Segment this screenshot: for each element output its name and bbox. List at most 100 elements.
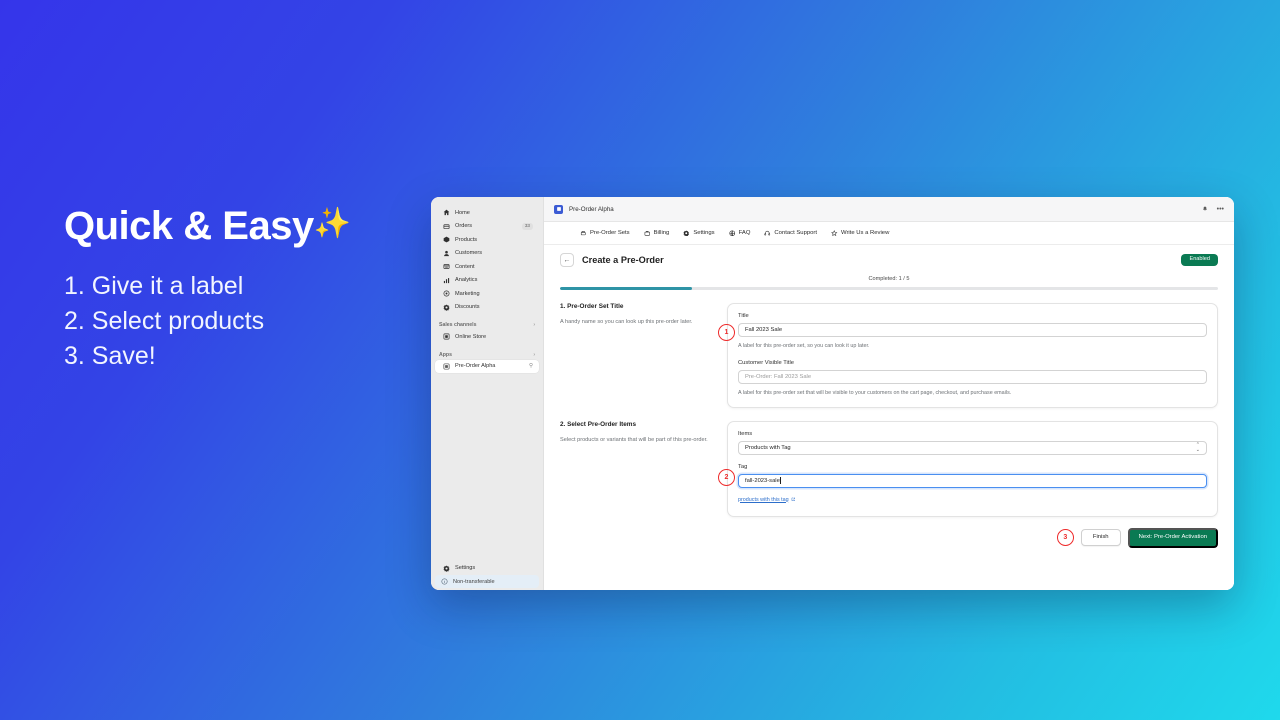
tag-label: Tag (738, 463, 748, 470)
customer-title-help: A label for this pre-order set that will… (738, 389, 1012, 396)
tab-billing[interactable]: Billing (644, 230, 669, 237)
non-transferable-label: Non-transferable (453, 578, 495, 585)
items-select-value: Products with Tag (745, 444, 791, 451)
products-icon (443, 236, 450, 243)
marketing-icon (443, 290, 450, 297)
sidebar-item-label: Customers (455, 250, 483, 257)
sidebar-item-products[interactable]: Products (435, 233, 539, 247)
next-pre-order-activation-button[interactable]: Next: Pre-Order Activation (1127, 527, 1218, 548)
gear-icon (443, 565, 450, 572)
section2-title: 2. Select Pre-Order Items (560, 420, 637, 428)
annotation-marker-2: 2 (718, 468, 735, 486)
sidebar-item-customers[interactable]: Customers (435, 247, 539, 261)
section-select-pre-order-items: 2. Select Pre-Order Items Select product… (560, 420, 1218, 517)
page-title: Create a Pre-Order (582, 255, 664, 265)
sidebar-section-apps[interactable]: Apps › (431, 349, 543, 360)
admin-sidebar: Home Orders 33 Products Customers Conten… (431, 197, 544, 590)
text-caret (780, 477, 781, 485)
sidebar-item-label: Pre-Order Alpha (455, 363, 496, 370)
promo-step: 3. Save! (64, 342, 156, 370)
section1-title: 1. Pre-Order Set Title (560, 303, 624, 311)
status-badge: Enabled (1181, 254, 1218, 266)
orders-count-badge: 33 (521, 222, 533, 230)
section1-card: Title Fall 2023 Sale A label for this pr… (727, 303, 1218, 408)
non-transferable-notice: Non-transferable (435, 575, 539, 588)
customer-title-input[interactable]: Pre-Order: Fall 2023 Sale (738, 369, 1207, 384)
preorder-sets-icon (580, 230, 586, 235)
app-window: Home Orders 33 Products Customers Conten… (431, 197, 1234, 590)
tab-write-review[interactable]: Write Us a Review (831, 229, 890, 237)
tab-label: Contact Support (774, 230, 817, 236)
promo-step: 2. Select products (64, 307, 265, 335)
sidebar-item-pre-order-alpha[interactable]: Pre-Order Alpha ⚲ (435, 359, 539, 373)
tab-label: Write Us a Review (841, 230, 890, 236)
progress-bar-track (560, 287, 1218, 291)
customer-title-placeholder: Pre-Order: Fall 2023 Sale (745, 373, 812, 380)
page-content: ← Create a Pre-Order Enabled Completed: … (544, 245, 1234, 590)
section2-card: Items Products with Tag ⌃ ⌄ Tag fall-2023… (727, 420, 1218, 517)
content-icon (443, 264, 450, 270)
chevron-right-icon: › (533, 322, 535, 328)
finish-button[interactable]: Finish (1080, 529, 1121, 547)
sidebar-section-sales-channels[interactable]: Sales channels › (431, 319, 543, 330)
app-title: Pre-Order Alpha (569, 205, 614, 213)
sidebar-item-label: Settings (455, 565, 476, 572)
more-options-icon[interactable]: ••• (1217, 206, 1224, 213)
sparkles-icon: ✨ (313, 207, 351, 240)
back-button[interactable]: ← (560, 253, 574, 267)
section2-description: Select products or variants that will be… (560, 436, 708, 443)
progress-bar-fill (560, 287, 692, 291)
title-field-help: A label for this pre-order set, so you c… (738, 343, 870, 350)
billing-icon (644, 230, 650, 236)
title-input[interactable]: Fall 2023 Sale (738, 323, 1207, 338)
title-input-value: Fall 2023 Sale (745, 327, 783, 334)
customers-icon (444, 250, 449, 256)
section-pre-order-set-title: 1. Pre-Order Set Title A handy name so y… (560, 303, 1218, 408)
sidebar-item-orders[interactable]: Orders 33 (435, 220, 539, 234)
sidebar-item-home[interactable]: Home (435, 206, 539, 220)
items-select[interactable]: Products with Tag ⌃ ⌄ (738, 440, 1207, 455)
bell-icon[interactable] (1202, 206, 1208, 212)
title-field-label: Title (738, 313, 749, 320)
app-titlebar: Pre-Order Alpha ••• (544, 197, 1234, 222)
section2-left: 2. Select Pre-Order Items Select product… (560, 420, 735, 517)
home-icon (443, 209, 450, 216)
link-label: products with this tag (738, 496, 789, 503)
tag-input-value: fall-2023-sale (745, 477, 780, 484)
promo-step: 1. Give it a label (64, 272, 244, 300)
promo-steps: 1. Give it a label 2. Select products 3.… (64, 269, 404, 374)
tab-settings[interactable]: Settings (683, 230, 715, 237)
products-with-tag-link[interactable]: products with this tag (738, 497, 795, 503)
tag-input[interactable]: fall-2023-sale (738, 473, 1207, 488)
tab-faq[interactable]: FAQ (729, 230, 751, 237)
analytics-icon (443, 277, 450, 283)
star-icon (831, 229, 838, 236)
footer-actions: 3 Finish Next: Pre-Order Activation (560, 527, 1218, 548)
sidebar-item-label: Home (455, 209, 470, 216)
tab-pre-order-sets[interactable]: Pre-Order Sets (580, 230, 630, 237)
page-header: ← Create a Pre-Order Enabled (560, 253, 1218, 267)
promo-title-text: Quick & Easy (64, 204, 314, 248)
external-link-icon (791, 498, 795, 502)
sidebar-footer: Settings Non-transferable (431, 562, 543, 591)
sidebar-item-online-store[interactable]: Online Store (435, 330, 539, 344)
app-icon (443, 363, 450, 370)
app-logo-icon (554, 204, 563, 214)
tab-contact-support[interactable]: Contact Support (764, 230, 817, 237)
faq-icon (729, 230, 735, 236)
sidebar-item-marketing[interactable]: Marketing (435, 287, 539, 301)
annotation-marker-3: 3 (1056, 529, 1074, 547)
orders-icon (443, 224, 450, 229)
tab-label: FAQ (738, 230, 751, 236)
support-icon (764, 230, 771, 236)
sidebar-item-label: Content (455, 263, 475, 270)
sidebar-item-analytics[interactable]: Analytics (435, 274, 539, 288)
sidebar-item-content[interactable]: Content (435, 260, 539, 274)
sidebar-item-settings[interactable]: Settings (435, 562, 539, 576)
section1-left: 1. Pre-Order Set Title A handy name so y… (560, 303, 735, 407)
sidebar-item-label: Marketing (455, 290, 480, 297)
sales-channels-label: Sales channels (439, 322, 477, 328)
sidebar-item-discounts[interactable]: Discounts (435, 301, 539, 315)
pin-icon[interactable]: ⚲ (529, 363, 533, 369)
